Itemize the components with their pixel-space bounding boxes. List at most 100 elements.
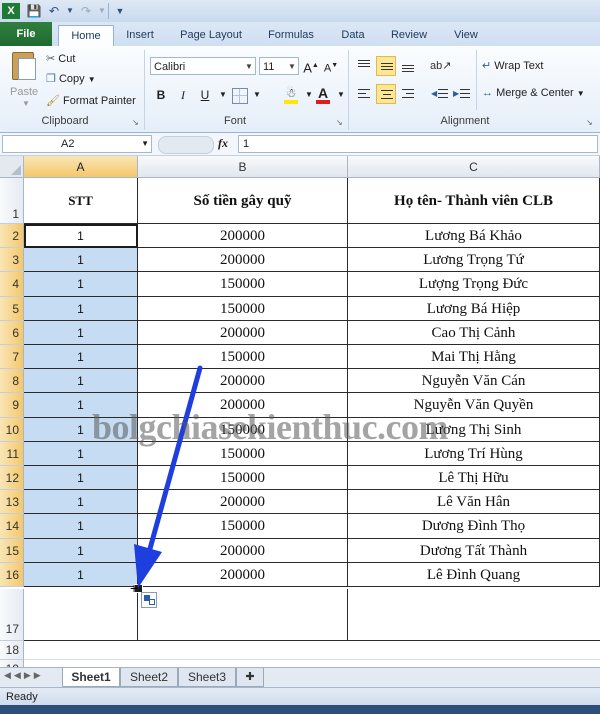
select-all-corner[interactable]: [0, 156, 24, 178]
empty-row[interactable]: [24, 641, 600, 660]
paste-button-label[interactable]: Paste: [10, 86, 38, 98]
header-cell-stt[interactable]: STT: [24, 178, 138, 224]
column-header-c[interactable]: C: [348, 156, 600, 178]
row-header[interactable]: 17: [0, 589, 24, 641]
row-header[interactable]: 1: [0, 178, 24, 224]
row-header[interactable]: 14: [0, 514, 24, 539]
format-painter-button[interactable]: 🖌 Format Painter: [46, 94, 136, 107]
cell-stt[interactable]: 1: [24, 224, 138, 248]
tab-page-layout[interactable]: Page Layout: [172, 26, 250, 46]
undo-dropdown-icon[interactable]: ▼: [62, 3, 78, 19]
borders-dropdown-icon[interactable]: ▼: [248, 86, 266, 104]
tab-review[interactable]: Review: [384, 26, 434, 46]
row-header[interactable]: 7: [0, 345, 24, 369]
cell-stt[interactable]: 1: [24, 297, 138, 321]
cell-name[interactable]: Lê Thị Hữu: [348, 466, 600, 490]
cell-name[interactable]: Lương Trọng Tứ: [348, 248, 600, 272]
cell-name[interactable]: Lương Bá Hiệp: [348, 297, 600, 321]
row-header[interactable]: 4: [0, 272, 24, 297]
cell-name[interactable]: Dương Đình Thọ: [348, 514, 600, 539]
cell-name[interactable]: Lê Văn Hân: [348, 490, 600, 514]
bold-button[interactable]: B: [152, 86, 170, 104]
row-header[interactable]: 9: [0, 393, 24, 418]
borders-icon[interactable]: [232, 88, 248, 104]
cell-empty[interactable]: [24, 589, 138, 641]
cell-name[interactable]: Lương Bá Khảo: [348, 224, 600, 248]
sheet-tab-sheet2[interactable]: Sheet2: [120, 668, 178, 687]
formula-input[interactable]: 1: [238, 135, 598, 153]
cut-button[interactable]: ✂ Cut: [46, 52, 75, 65]
align-right-icon[interactable]: [398, 84, 418, 104]
column-header-b[interactable]: B: [138, 156, 348, 178]
sheet-nav-arrows-icon[interactable]: ◀◀▶▶: [4, 670, 44, 681]
cell-name[interactable]: Cao Thị Cảnh: [348, 321, 600, 345]
tab-view[interactable]: View: [444, 26, 488, 46]
row-header[interactable]: 2: [0, 224, 24, 248]
orientation-icon[interactable]: ab↗: [430, 56, 451, 76]
font-size-dropdown-icon[interactable]: ▼: [286, 58, 298, 74]
tab-file[interactable]: File: [0, 22, 52, 46]
column-header-a[interactable]: A: [24, 156, 138, 178]
redo-icon[interactable]: ↷: [78, 3, 94, 19]
middle-align-icon[interactable]: [376, 56, 396, 76]
fill-color-icon[interactable]: ☃: [282, 84, 300, 104]
font-launcher-icon[interactable]: ↘: [336, 118, 343, 127]
name-box[interactable]: A2 ▼: [2, 135, 152, 153]
sheet-tab-sheet1[interactable]: Sheet1: [62, 668, 120, 687]
sheet-tab-sheet3[interactable]: Sheet3: [178, 668, 236, 687]
row-header[interactable]: 5: [0, 297, 24, 321]
paste-dropdown-icon[interactable]: ▼: [22, 99, 30, 108]
cell-name[interactable]: Dương Tất Thành: [348, 539, 600, 563]
font-size-combo[interactable]: 11 ▼: [259, 57, 299, 75]
row-header[interactable]: 6: [0, 321, 24, 345]
decrease-indent-icon[interactable]: ◀: [430, 84, 450, 104]
row-header[interactable]: 8: [0, 369, 24, 393]
insert-function-icon[interactable]: fx: [218, 136, 228, 151]
shrink-font-icon[interactable]: A▼: [322, 57, 340, 75]
row-header[interactable]: 11: [0, 442, 24, 466]
cell-stt[interactable]: 1: [24, 321, 138, 345]
underline-dropdown-icon[interactable]: ▼: [214, 86, 232, 104]
alignment-launcher-icon[interactable]: ↘: [586, 118, 593, 127]
row-header[interactable]: 13: [0, 490, 24, 514]
row-header[interactable]: 18: [0, 641, 24, 660]
cell-empty[interactable]: [138, 589, 348, 641]
cell-name[interactable]: Lượng Trọng Đức: [348, 272, 600, 297]
cell-name[interactable]: Lê Đình Quang: [348, 563, 600, 587]
paste-icon[interactable]: [6, 50, 40, 84]
row-header[interactable]: 3: [0, 248, 24, 272]
font-name-combo[interactable]: Calibri ▼: [150, 57, 256, 75]
undo-icon[interactable]: ↶: [46, 3, 62, 19]
tab-insert[interactable]: Insert: [118, 26, 162, 46]
name-box-dropdown-icon[interactable]: ▼: [141, 136, 149, 152]
header-cell-name[interactable]: Họ tên- Thành viên CLB: [348, 178, 600, 224]
underline-button[interactable]: U: [196, 86, 214, 104]
grow-font-icon[interactable]: A▲: [302, 57, 320, 75]
clipboard-launcher-icon[interactable]: ↘: [132, 118, 139, 127]
wrap-text-button[interactable]: ↵ Wrap Text: [482, 59, 543, 72]
tab-data[interactable]: Data: [332, 26, 374, 46]
cell-amount[interactable]: 200000: [138, 224, 348, 248]
row-header[interactable]: 10: [0, 418, 24, 442]
save-icon[interactable]: 💾: [26, 3, 42, 19]
font-name-dropdown-icon[interactable]: ▼: [243, 58, 255, 74]
cell-amount[interactable]: 150000: [138, 272, 348, 297]
tab-home[interactable]: Home: [58, 25, 114, 48]
cell-name[interactable]: Mai Thị Hằng: [348, 345, 600, 369]
cell-stt[interactable]: 1: [24, 248, 138, 272]
cell-name[interactable]: Nguyễn Văn Cán: [348, 369, 600, 393]
cell-amount[interactable]: 200000: [138, 321, 348, 345]
align-left-icon[interactable]: [354, 84, 374, 104]
cell-amount[interactable]: 150000: [138, 297, 348, 321]
header-cell-amount[interactable]: Số tiền gây quỹ: [138, 178, 348, 224]
bottom-align-icon[interactable]: [398, 56, 418, 76]
row-header[interactable]: 15: [0, 539, 24, 563]
worksheet-grid[interactable]: A B C 1 STT Số tiền gây quỹ Họ tên- Thàn…: [0, 156, 600, 679]
row-header[interactable]: 16: [0, 563, 24, 587]
merge-center-button[interactable]: ↔ Merge & Center ▼: [482, 87, 585, 99]
font-color-icon[interactable]: A: [314, 84, 332, 104]
insert-sheet-icon[interactable]: ✚: [236, 668, 264, 687]
row-header[interactable]: 12: [0, 466, 24, 490]
increase-indent-icon[interactable]: ▶: [452, 84, 472, 104]
cell-amount[interactable]: 200000: [138, 248, 348, 272]
